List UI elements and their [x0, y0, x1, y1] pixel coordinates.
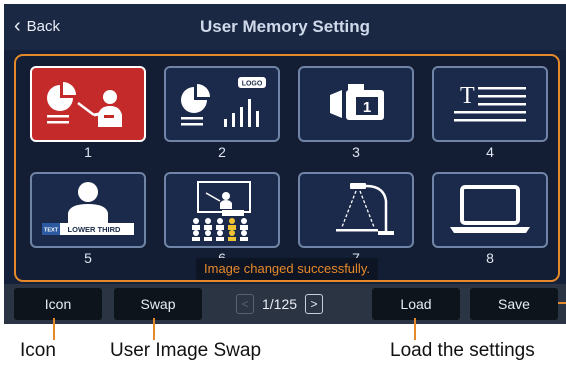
lower-third-banner: LOWER THIRD: [68, 225, 121, 234]
chart-logo-icon: LOGO: [181, 77, 266, 127]
tile-number: 3: [352, 144, 360, 160]
memory-tile-2[interactable]: LOGO: [164, 66, 280, 142]
callout-line-icon: [53, 318, 55, 340]
load-button[interactable]: Load: [372, 288, 460, 320]
memory-tile-4[interactable]: T: [432, 66, 548, 142]
icon-button[interactable]: Icon: [14, 288, 102, 320]
callout-line-swap: [153, 318, 155, 340]
callout-load: Load the settings: [390, 340, 535, 361]
memory-grid: 1 LOGO 2 1 3 T 4 TEXT LOWER THIRD 5 8: [14, 54, 560, 282]
tile-number: 2: [218, 144, 226, 160]
camera-preset-icon: 1: [330, 84, 384, 120]
prev-page-button[interactable]: <: [236, 294, 254, 314]
tile-number: 8: [486, 250, 494, 266]
memory-tile-1[interactable]: [30, 66, 146, 142]
text-glyph: T: [460, 83, 475, 109]
tile-number: 1: [84, 144, 92, 160]
text-layout-icon: T: [454, 83, 526, 122]
memory-tile-5[interactable]: TEXT LOWER THIRD: [30, 172, 146, 248]
next-page-button[interactable]: >: [305, 294, 324, 314]
chevron-right-icon: >: [310, 297, 318, 311]
device-screen: ‹ Back User Memory Setting 1 LOGO 2 1 3 …: [4, 4, 566, 324]
back-label: Back: [26, 18, 61, 35]
back-button[interactable]: ‹ Back: [14, 14, 61, 37]
memory-tile-7[interactable]: [298, 172, 414, 248]
bottom-toolbar: Icon Swap < 1/125 > Load Save: [4, 284, 566, 324]
lower-third-icon: TEXT LOWER THIRD: [42, 182, 134, 235]
presenter-chart-icon: [47, 82, 122, 127]
classroom-icon: [192, 181, 251, 241]
document-camera-icon: [336, 183, 394, 235]
memory-tile-6[interactable]: [164, 172, 280, 248]
status-toast: Image changed successfully.: [196, 258, 378, 280]
laptop-icon: [450, 185, 530, 233]
memory-tile-8[interactable]: [432, 172, 548, 248]
chevron-left-icon: <: [241, 297, 249, 311]
callout-icon: Icon: [20, 340, 56, 361]
header-bar: ‹ Back User Memory Setting: [4, 4, 566, 50]
lower-third-tag: TEXT: [44, 228, 59, 234]
memory-tile-3[interactable]: 1: [298, 66, 414, 142]
preset-badge: 1: [363, 99, 371, 116]
save-button[interactable]: Save: [470, 288, 558, 320]
tile-number: 5: [84, 250, 92, 266]
callout-swap: User Image Swap: [110, 340, 262, 361]
chevron-left-icon: ‹: [14, 14, 21, 37]
logo-text: LOGO: [242, 81, 263, 88]
pagination: < 1/125 >: [236, 293, 324, 315]
callout-line-save: [558, 302, 566, 304]
callout-line-load: [414, 318, 416, 340]
page-indicator: 1/125: [262, 296, 298, 312]
page-title: User Memory Setting: [199, 17, 371, 36]
swap-button[interactable]: Swap: [114, 288, 202, 320]
tile-number: 4: [486, 144, 494, 160]
